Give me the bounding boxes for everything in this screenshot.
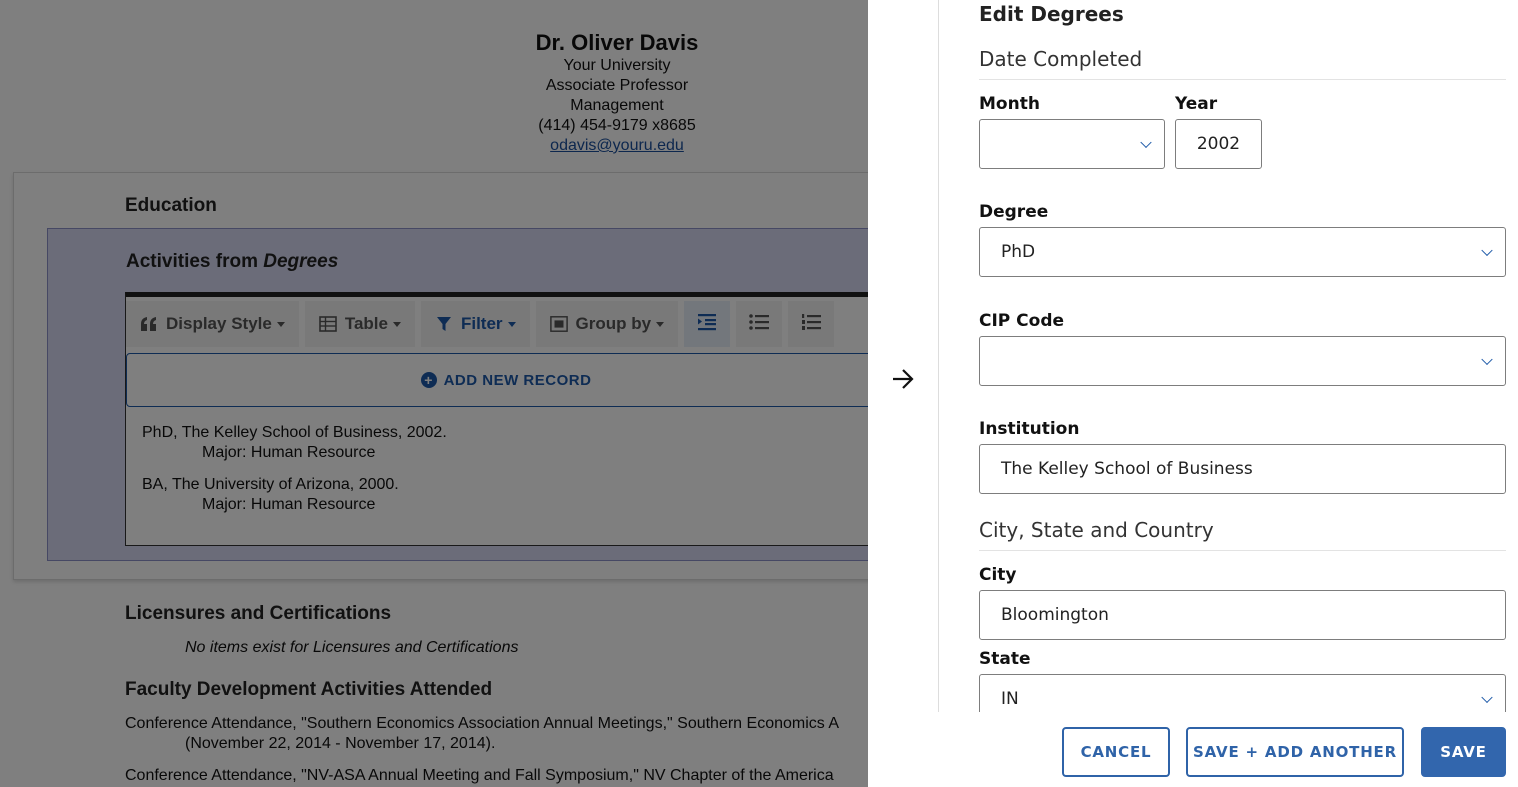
chevron-down-icon	[1140, 136, 1152, 149]
location-heading: City, State and Country	[979, 518, 1506, 551]
save-add-another-button[interactable]: SAVE + ADD ANOTHER	[1186, 727, 1404, 777]
city-input[interactable]: Bloomington	[979, 590, 1506, 640]
edit-degrees-form: Edit Degrees Date Completed Month Year 2…	[979, 0, 1506, 712]
institution-input[interactable]: The Kelley School of Business	[979, 444, 1506, 494]
year-label: Year	[1175, 94, 1218, 114]
month-select[interactable]	[979, 119, 1165, 169]
close-drawer-button[interactable]	[890, 368, 916, 394]
form-actions: CANCEL SAVE + ADD ANOTHER SAVE	[868, 712, 1518, 787]
cip-code-select[interactable]	[979, 336, 1506, 386]
drawer-divider	[938, 0, 939, 787]
cancel-button[interactable]: CANCEL	[1062, 727, 1170, 777]
form-title: Edit Degrees	[979, 2, 1124, 26]
modal-backdrop[interactable]	[0, 0, 868, 787]
chevron-down-icon	[1481, 244, 1493, 257]
edit-drawer: Edit Degrees Date Completed Month Year 2…	[868, 0, 1518, 787]
chevron-down-icon	[1481, 691, 1493, 704]
vita-page: Dr. Oliver Davis Your University Associa…	[0, 0, 868, 787]
chevron-down-icon	[1481, 353, 1493, 366]
state-label: State	[979, 649, 1031, 669]
date-completed-heading: Date Completed	[979, 47, 1506, 80]
institution-label: Institution	[979, 419, 1080, 439]
city-label: City	[979, 565, 1017, 585]
month-label: Month	[979, 94, 1040, 114]
arrow-right-icon	[891, 368, 915, 395]
degree-label: Degree	[979, 202, 1049, 222]
year-input[interactable]: 2002	[1175, 119, 1262, 169]
state-select[interactable]: IN	[979, 674, 1506, 712]
save-button[interactable]: SAVE	[1421, 727, 1506, 777]
cip-code-label: CIP Code	[979, 311, 1065, 331]
degree-select[interactable]: PhD	[979, 227, 1506, 277]
